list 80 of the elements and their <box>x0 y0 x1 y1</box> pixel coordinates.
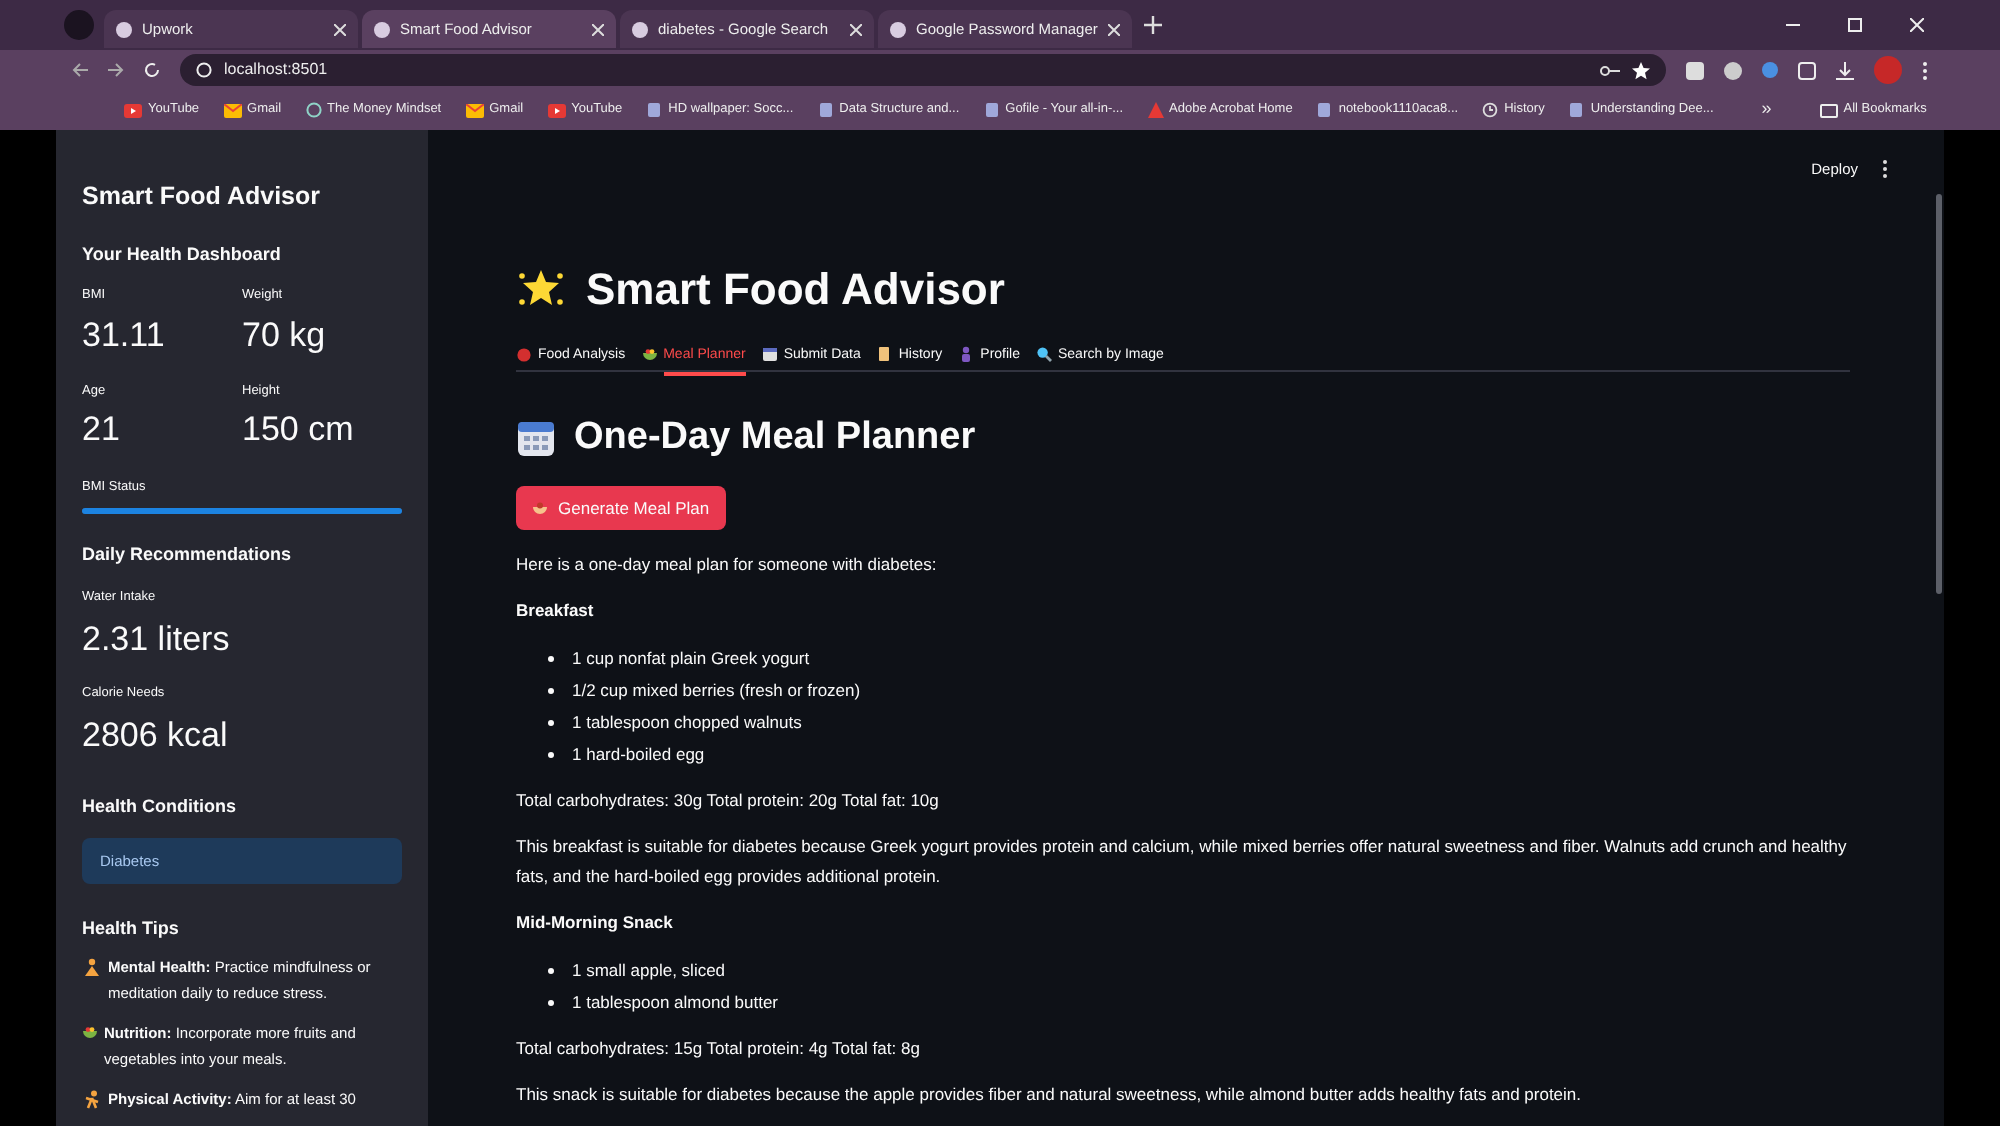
envelope-icon <box>223 103 242 117</box>
list-item: 1/2 cup mixed berries (fresh or frozen) <box>572 677 861 703</box>
metric-value: 2.31 liters <box>82 617 232 662</box>
plan-paragraph: Total carbohydrates: 30g Total protein: 20g Total fat: 10g <box>516 788 941 814</box>
section-heading: Daily Recommendations <box>82 541 294 568</box>
generate-meal-plan-button[interactable]: Generate Meal Plan <box>516 486 726 530</box>
key-icon[interactable] <box>1600 63 1620 77</box>
list-item: 1 cup nonfat plain Greek yogurt <box>572 645 810 671</box>
page-icon <box>817 102 834 118</box>
metric-value: 150 cm <box>242 408 356 453</box>
menu-icon[interactable] <box>1922 61 1928 79</box>
person-icon <box>958 345 975 361</box>
bullet-icon <box>548 967 554 973</box>
bowl-icon <box>82 1024 98 1040</box>
clock-icon <box>1482 102 1499 118</box>
page-icon <box>983 102 1000 118</box>
bowl-icon <box>641 345 658 361</box>
page-icon <box>646 102 663 118</box>
metric-value: 70 kg <box>242 314 328 358</box>
video-icon <box>124 103 142 117</box>
video-icon <box>547 103 566 117</box>
calendar-icon <box>516 417 556 458</box>
metric-value: 2806 kcal <box>82 714 230 758</box>
bullet-icon <box>548 999 554 1005</box>
bullet-icon <box>548 655 554 661</box>
envelope-icon <box>465 103 484 117</box>
favicon-icon <box>632 21 648 37</box>
close-icon[interactable] <box>334 23 346 35</box>
list-item: 1 tablespoon chopped walnuts <box>572 709 802 735</box>
bullet-icon <box>548 687 554 693</box>
page-icon <box>1316 102 1333 118</box>
plan-paragraph: This snack is suitable for diabetes because the apple provides fiber and natural sweetness, while almond butter adds healthy fats and protein. <box>516 1082 1584 1108</box>
star-icon[interactable] <box>1632 61 1650 79</box>
more-options-icon[interactable] <box>1882 160 1888 179</box>
favicon-icon <box>116 21 132 37</box>
runner-icon <box>82 1090 102 1110</box>
address-bar[interactable]: localhost:8501 <box>180 54 1666 86</box>
close-icon[interactable] <box>592 23 604 35</box>
scrollbar[interactable] <box>1936 194 1942 594</box>
favicon-icon <box>374 21 390 37</box>
plan-paragraph: Total carbohydrates: 15g Total protein: 4g Total fat: 8g <box>516 1036 922 1062</box>
bowl-icon <box>532 500 548 516</box>
sidebar-title: Smart Food Advisor <box>82 180 322 214</box>
forward-icon[interactable] <box>108 62 124 78</box>
section-title: One-Day Meal Planner <box>574 413 976 461</box>
section-heading: Health Conditions <box>82 793 238 819</box>
globe-icon <box>305 102 322 118</box>
plan-paragraph: Here is a one-day meal plan for someone with diabetes: <box>516 552 939 578</box>
back-icon[interactable] <box>72 62 88 78</box>
apple-icon <box>516 345 532 361</box>
page-title: Smart Food Advisor <box>586 261 1005 317</box>
address-text: localhost:8501 <box>224 58 328 82</box>
list-item: 1 small apple, sliced <box>572 957 726 983</box>
restore-icon[interactable] <box>1848 18 1862 32</box>
info-icon <box>196 62 212 78</box>
favicon-icon <box>890 21 906 37</box>
meal-heading: Breakfast <box>516 598 596 624</box>
metric-value: 21 <box>82 408 122 453</box>
list-item: 1 hard-boiled egg <box>572 741 705 767</box>
folder-icon <box>1819 103 1838 117</box>
download-icon[interactable] <box>1836 61 1854 79</box>
more-bookmarks[interactable]: » <box>1761 96 1772 124</box>
close-icon[interactable] <box>850 23 862 35</box>
close-icon[interactable] <box>1910 18 1924 32</box>
bullet-icon <box>548 751 554 757</box>
list-item: 1 tablespoon almond butter <box>572 989 779 1015</box>
close-icon[interactable] <box>1108 23 1120 35</box>
meal-heading: Mid-Morning Snack <box>516 910 675 936</box>
meditating-figure-icon <box>82 958 102 978</box>
search-icon <box>1036 345 1052 361</box>
page-icon <box>1568 102 1585 118</box>
bullet-icon <box>548 719 554 725</box>
calendar-icon <box>761 345 778 361</box>
metric-value: 31.11 <box>82 314 167 358</box>
minimize-icon[interactable] <box>1786 18 1800 32</box>
plan-paragraph: This breakfast is suitable for diabetes because Greek yogurt provides protein and calcium, while mixed berries offer natural sweetness and fiber. Walnuts add crunch and healthy fats, and the hard-boiled egg provides additional protein. <box>516 834 1849 890</box>
section-heading: Health Tips <box>82 915 181 942</box>
new-tab-icon[interactable] <box>1144 16 1162 34</box>
section-heading: Your Health Dashboard <box>82 241 283 268</box>
reload-icon[interactable] <box>144 62 160 78</box>
